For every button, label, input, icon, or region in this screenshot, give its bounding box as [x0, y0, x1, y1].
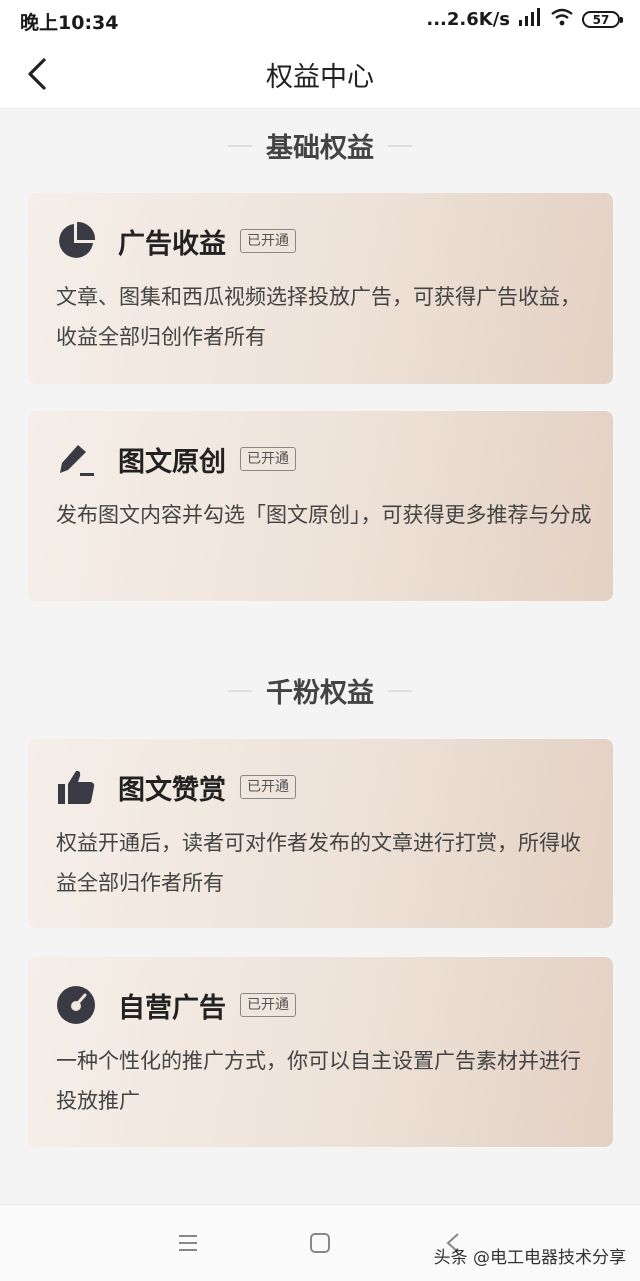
page-title: 权益中心 — [266, 62, 374, 93]
divider — [228, 689, 252, 692]
divider — [388, 689, 412, 692]
card-title: 图文原创 — [118, 446, 226, 478]
gauge-icon — [56, 985, 96, 1025]
section-title-basic: 基础权益 — [0, 126, 640, 165]
benefit-card-original[interactable]: 图文原创 已开通 发布图文内容并勾选「图文原创」，可获得更多推荐与分成 — [28, 411, 613, 601]
pen-icon — [56, 439, 96, 479]
divider — [388, 144, 412, 147]
card-title: 广告收益 — [118, 228, 226, 260]
status-badge: 已开通 — [240, 447, 296, 471]
home-square-icon — [310, 1233, 330, 1253]
section-title-text: 基础权益 — [266, 133, 374, 164]
benefit-card-ad-revenue[interactable]: 广告收益 已开通 文章、图集和西瓜视频选择投放广告，可获得广告收益，收益全部归创… — [28, 193, 613, 384]
card-description: 发布图文内容并勾选「图文原创」，可获得更多推荐与分成 — [56, 503, 592, 527]
network-speed: ...2.6K/s — [426, 9, 510, 30]
status-time: 晚上10:34 — [20, 12, 119, 34]
thumbs-up-icon — [56, 767, 96, 807]
status-badge: 已开通 — [240, 993, 296, 1017]
status-bar: 晚上10:34 ...2.6K/s 57 — [0, 0, 640, 40]
system-nav-bar: 头条 @电工电器技术分享 — [0, 1204, 640, 1281]
card-description: 一种个性化的推广方式，你可以自主设置广告素材并进行投放推广 — [56, 1049, 581, 1113]
menu-button[interactable] — [176, 1231, 200, 1255]
battery-icon: 57 — [582, 11, 623, 28]
home-button[interactable] — [308, 1231, 332, 1255]
card-title: 图文赞赏 — [118, 774, 226, 806]
status-icons: ...2.6K/s 57 — [426, 8, 623, 31]
status-badge: 已开通 — [240, 775, 296, 799]
benefit-card-reward[interactable]: 图文赞赏 已开通 权益开通后，读者可对作者发布的文章进行打赏，所得收益全部归作者… — [28, 739, 613, 928]
card-description: 文章、图集和西瓜视频选择投放广告，可获得广告收益，收益全部归创作者所有 — [56, 285, 581, 349]
section-title-text: 千粉权益 — [266, 678, 374, 709]
benefit-card-self-ad[interactable]: 自营广告 已开通 一种个性化的推广方式，你可以自主设置广告素材并进行投放推广 — [28, 957, 613, 1147]
signal-icon — [518, 8, 542, 31]
divider — [228, 144, 252, 147]
status-badge: 已开通 — [240, 229, 296, 253]
section-title-thousand-fans: 千粉权益 — [0, 671, 640, 710]
wifi-icon — [550, 8, 574, 31]
card-title: 自营广告 — [118, 992, 226, 1024]
menu-icon — [179, 1235, 197, 1251]
nav-bar: 权益中心 — [0, 40, 640, 109]
watermark: 头条 @电工电器技术分享 — [433, 1248, 626, 1268]
pie-chart-icon — [56, 221, 96, 261]
card-description: 权益开通后，读者可对作者发布的文章进行打赏，所得收益全部归作者所有 — [56, 831, 581, 895]
